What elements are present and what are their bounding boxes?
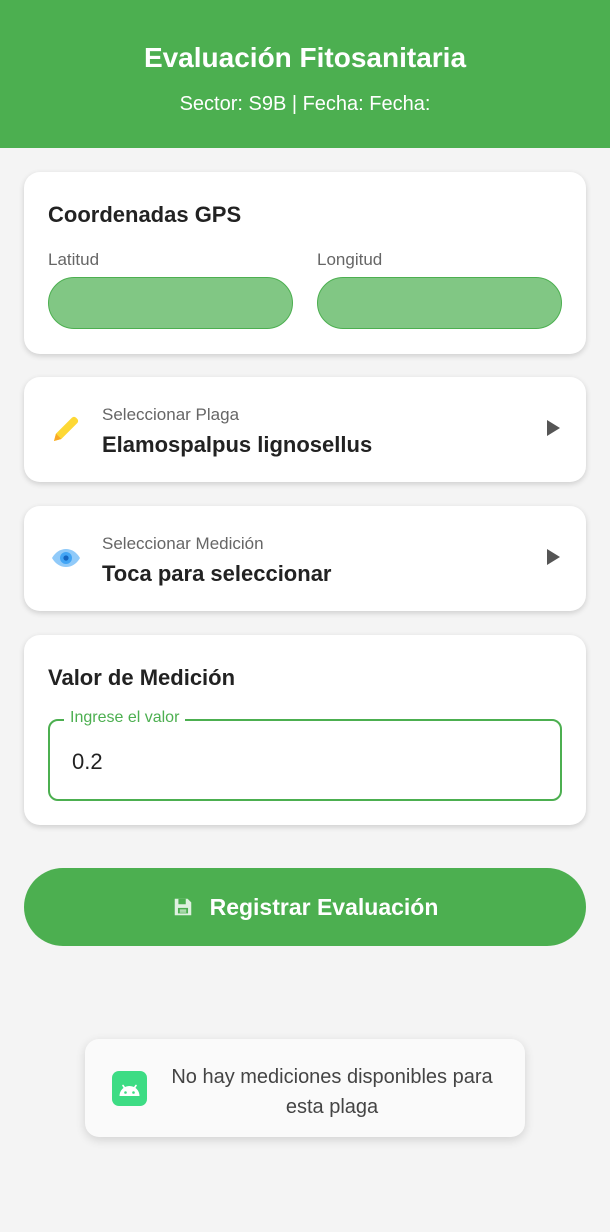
valor-card: Valor de Medición Ingrese el valor: [24, 635, 586, 825]
select-plaga-card[interactable]: Seleccionar Plaga Elamospalpus lignosell…: [24, 377, 586, 482]
register-evaluation-button[interactable]: Registrar Evaluación: [24, 868, 586, 946]
app-header: Evaluación Fitosanitaria Sector: S9B | F…: [0, 0, 610, 148]
toast-text: No hay mediciones disponibles para esta …: [171, 1066, 493, 1118]
eye-icon: [52, 549, 80, 567]
pencil-icon: [54, 416, 79, 441]
toast-message: No hay mediciones disponibles para esta …: [85, 1039, 525, 1137]
valor-card-title: Valor de Medición: [48, 665, 236, 690]
selected-medicion-value: Toca para seleccionar: [102, 561, 332, 586]
gps-card-title: Coordenadas GPS: [48, 202, 242, 227]
latitude-field[interactable]: [48, 277, 293, 329]
select-medicion-label: Seleccionar Medición: [102, 534, 264, 553]
selected-plaga-value: Elamospalpus lignosellus: [102, 432, 373, 457]
page-title: Evaluación Fitosanitaria: [143, 42, 467, 73]
save-icon: [174, 898, 191, 916]
longitude-field[interactable]: [317, 277, 562, 329]
valor-field-label: Ingrese el valor: [64, 709, 186, 727]
select-medicion-card[interactable]: Seleccionar Medición Toca para seleccion…: [24, 506, 586, 611]
longitude-label: Longitud: [317, 250, 383, 269]
gps-card: Coordenadas GPS Latitud Longitud: [24, 172, 586, 354]
chevron-right-icon: [547, 549, 560, 565]
latitude-label: Latitud: [48, 250, 100, 269]
valor-input[interactable]: [72, 747, 532, 777]
chevron-right-icon: [547, 420, 560, 436]
page-subtitle: Sector: S9B | Fecha: Fecha:: [179, 93, 431, 115]
valor-field-wrapper: Ingrese el valor: [48, 709, 562, 801]
select-plaga-label: Seleccionar Plaga: [102, 405, 240, 424]
register-button-label: Registrar Evaluación: [209, 893, 439, 920]
android-icon: [112, 1071, 147, 1106]
